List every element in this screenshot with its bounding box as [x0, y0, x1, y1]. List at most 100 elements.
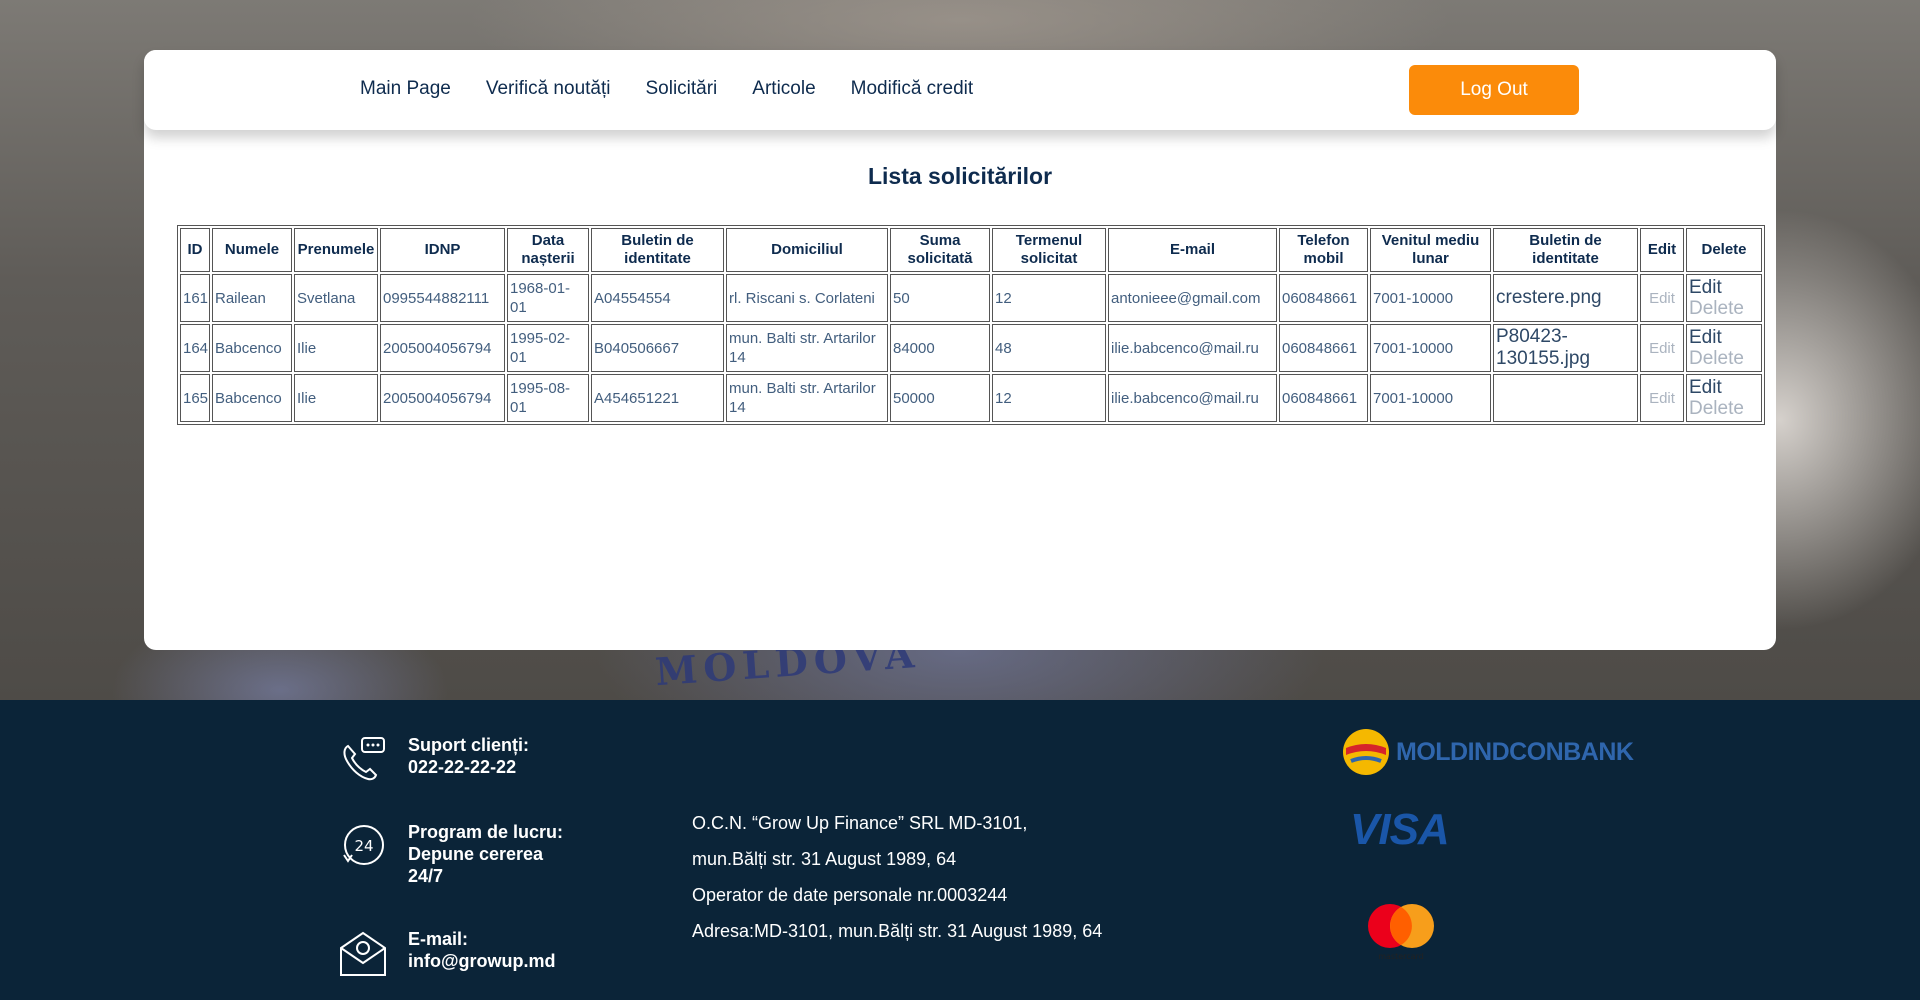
cell-domiciliu: rl. Riscani s. Corlateni: [726, 274, 888, 322]
column-header: Termenul solicitat: [992, 228, 1106, 272]
column-header: E-mail: [1108, 228, 1277, 272]
column-header: Prenumele: [294, 228, 378, 272]
nav-modifica-credit[interactable]: Modifică credit: [851, 78, 974, 100]
logout-button[interactable]: Log Out: [1409, 65, 1579, 115]
column-header: Numele: [212, 228, 292, 272]
cell-id: 161: [180, 274, 210, 322]
table-row: 161 Railean Svetlana 0995544882111 1968-…: [180, 274, 1762, 322]
visa-logo: VISA: [1350, 805, 1450, 854]
cell-nume: Babcenco: [212, 374, 292, 422]
table-row: 164 Babcenco Ilie 2005004056794 1995-02-…: [180, 324, 1762, 372]
actions-cell: Edit Delete: [1686, 374, 1762, 422]
envelope-icon: [340, 931, 386, 976]
column-header: Telefon mobil: [1279, 228, 1368, 272]
moldindconbank-icon: [1343, 729, 1389, 775]
cell-nume: Babcenco: [212, 324, 292, 372]
clock-24-icon: 24: [343, 825, 384, 865]
requests-table: ID Numele Prenumele IDNP Data nașterii B…: [177, 225, 1765, 425]
moldindconbank-logo: MOLDINDCONBANK: [1342, 728, 1634, 776]
nav-articole[interactable]: Articole: [752, 78, 815, 100]
cell-email: ilie.babcenco@mail.ru: [1108, 374, 1277, 422]
svg-text:24: 24: [354, 837, 373, 855]
nav-solicitari[interactable]: Solicitări: [645, 78, 717, 100]
column-header: IDNP: [380, 228, 505, 272]
column-header: ID: [180, 228, 210, 272]
id-file-link[interactable]: [1493, 374, 1638, 422]
cell-email: antonieee@gmail.com: [1108, 274, 1277, 322]
address-line: Adresa:MD-3101, mun.Bălți str. 31 August…: [692, 921, 1103, 941]
cell-telefon: 060848661: [1279, 274, 1368, 322]
page-title: Lista solicitărilor: [867, 163, 1053, 189]
column-header: Buletin de identitate: [1493, 228, 1638, 272]
footer: Suport clienți: 022-22-22-22 24 Program …: [0, 700, 1920, 1000]
edit-link[interactable]: Edit: [1640, 274, 1684, 322]
edit-link[interactable]: Edit: [1689, 327, 1759, 348]
cell-buletin: A04554554: [591, 274, 724, 322]
nav-verifica-noutati[interactable]: Verifică noutăți: [486, 78, 611, 100]
cell-data-nasterii: 1968-01-01: [507, 274, 589, 322]
cell-suma: 50: [890, 274, 990, 322]
nav-main-page[interactable]: Main Page: [360, 78, 451, 100]
cell-data-nasterii: 1995-08-01: [507, 374, 589, 422]
cell-venit: 7001-10000: [1370, 324, 1491, 372]
cell-id: 165: [180, 374, 210, 422]
cell-telefon: 060848661: [1279, 324, 1368, 372]
main-nav: Main Page Verifică noutăți Solicitări Ar…: [360, 78, 973, 100]
address-line: Operator de date personale nr.0003244: [692, 885, 1008, 905]
cell-suma: 84000: [890, 324, 990, 372]
delete-link[interactable]: Delete: [1689, 348, 1759, 369]
cell-domiciliu: mun. Balti str. Artarilor 14: [726, 374, 888, 422]
cell-termen: 48: [992, 324, 1106, 372]
id-file-link[interactable]: crestere.png: [1493, 274, 1638, 322]
cell-idnp: 0995544882111: [380, 274, 505, 322]
column-header: Suma solicitată: [890, 228, 990, 272]
mastercard-wordmark: mastercard: [1378, 952, 1424, 961]
actions-cell: Edit Delete: [1686, 274, 1762, 322]
email-value[interactable]: info@growup.md: [408, 950, 556, 972]
column-header: Buletin de identitate: [591, 228, 724, 272]
address-line: mun.Bălți str. 31 August 1989, 64: [692, 849, 957, 869]
edit-link[interactable]: Edit: [1640, 324, 1684, 372]
email-label: E-mail:: [408, 929, 469, 949]
program-label: Program de lucru:: [408, 822, 564, 842]
cell-prenume: Ilie: [294, 324, 378, 372]
cell-telefon: 060848661: [1279, 374, 1368, 422]
cell-venit: 7001-10000: [1370, 274, 1491, 322]
cell-idnp: 2005004056794: [380, 374, 505, 422]
cell-venit: 7001-10000: [1370, 374, 1491, 422]
edit-link[interactable]: Edit: [1689, 377, 1759, 398]
top-navigation-bar: Main Page Verifică noutăți Solicitări Ar…: [144, 50, 1776, 130]
edit-link[interactable]: Edit: [1640, 374, 1684, 422]
cell-id: 164: [180, 324, 210, 372]
delete-link[interactable]: Delete: [1689, 298, 1759, 319]
program-line: 24/7: [408, 866, 444, 886]
program-line: Depune cererea: [408, 844, 544, 864]
cell-domiciliu: mun. Balti str. Artarilor 14: [726, 324, 888, 372]
bank-name: MOLDINDCONBANK: [1396, 737, 1634, 766]
cell-suma: 50000: [890, 374, 990, 422]
actions-cell: Edit Delete: [1686, 324, 1762, 372]
phone-chat-icon: [343, 737, 385, 781]
cell-email: ilie.babcenco@mail.ru: [1108, 324, 1277, 372]
column-header: Domiciliul: [726, 228, 888, 272]
cell-prenume: Svetlana: [294, 274, 378, 322]
email-block: E-mail: info@growup.md: [338, 928, 556, 978]
id-file-link[interactable]: P80423-130155.jpg: [1493, 324, 1638, 372]
cell-termen: 12: [992, 374, 1106, 422]
cell-termen: 12: [992, 274, 1106, 322]
company-address: O.C.N. “Grow Up Finance” SRL MD-3101, mu…: [692, 805, 1102, 949]
support-phone: 022-22-22-22: [408, 757, 517, 777]
column-header: Delete: [1686, 228, 1762, 272]
mastercard-logo: mastercard: [1368, 904, 1434, 961]
address-line: O.C.N. “Grow Up Finance” SRL MD-3101,: [692, 813, 1028, 833]
cell-idnp: 2005004056794: [380, 324, 505, 372]
support-block: Suport clienți: 022-22-22-22: [338, 734, 529, 784]
program-block: 24 Program de lucru: Depune cererea 24/7: [338, 821, 563, 887]
column-header: Venitul mediu lunar: [1370, 228, 1491, 272]
cell-buletin: A454651221: [591, 374, 724, 422]
column-header: Data nașterii: [507, 228, 589, 272]
column-header: Edit: [1640, 228, 1684, 272]
delete-link[interactable]: Delete: [1689, 398, 1759, 419]
edit-link[interactable]: Edit: [1689, 277, 1759, 298]
cell-nume: Railean: [212, 274, 292, 322]
